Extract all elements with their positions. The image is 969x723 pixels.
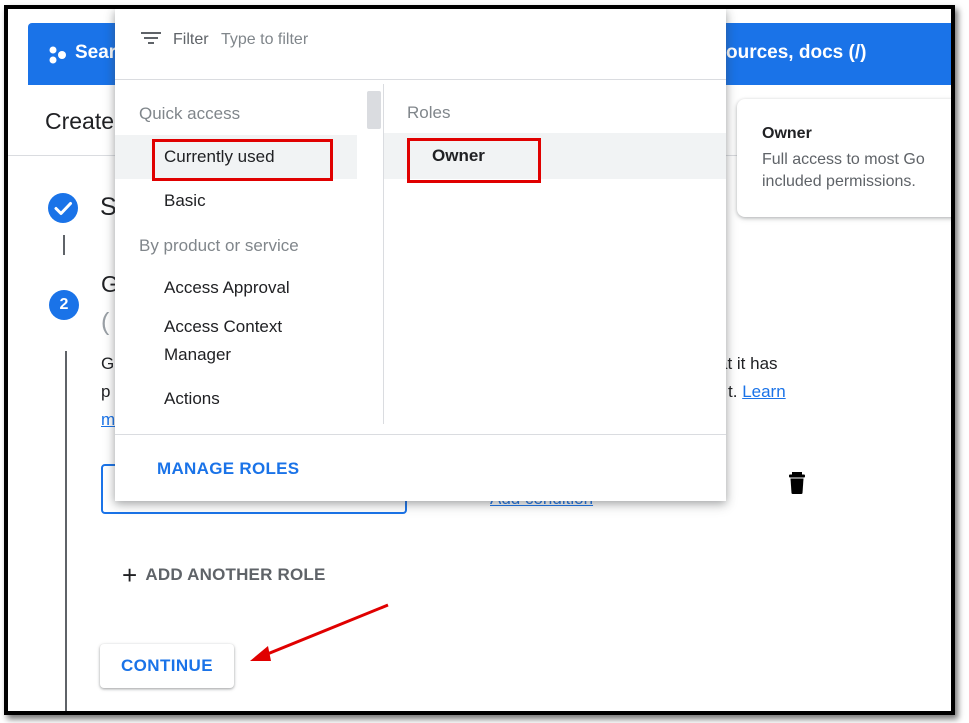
screenshot-frame: Sear ources, docs (/) Create S 2 G ( G p…	[4, 5, 955, 715]
annotation-arrow	[250, 603, 389, 661]
